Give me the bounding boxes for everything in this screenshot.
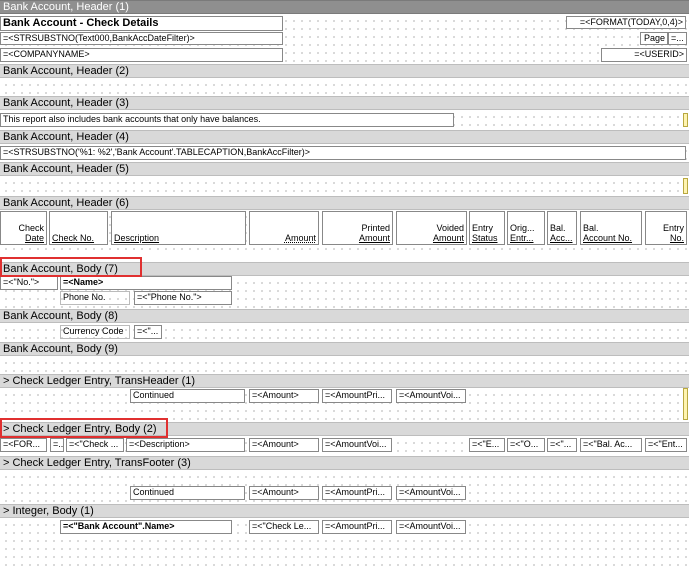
amount-field[interactable]: =<Amount>	[249, 438, 319, 452]
entry-no-field[interactable]: =<"Ent...	[645, 438, 687, 452]
userid-field[interactable]: =<USERID>	[601, 48, 687, 62]
amount-voided-field[interactable]: =<AmountVoi...	[322, 438, 392, 452]
phone-no-field[interactable]: =<"Phone No.">	[134, 291, 232, 305]
section-band-bank-account-header-1[interactable]: Bank Account, Header (1)	[0, 0, 689, 14]
section-band-integer-body-1[interactable]: > Integer, Body (1)	[0, 504, 689, 518]
check-type-field[interactable]: =...	[50, 438, 64, 452]
caption-check-no[interactable]: Check No.	[49, 211, 108, 245]
section-marker	[683, 178, 688, 194]
section-area-integer-body-1[interactable]: =<"Bank Account".Name> =<"Check Le... =<…	[0, 518, 689, 570]
caption-entry-status[interactable]: Entry Status	[469, 211, 505, 245]
caption-description[interactable]: Description	[111, 211, 246, 245]
section-area-header-3[interactable]: This report also includes bank accounts …	[0, 110, 689, 130]
posting-date-field[interactable]: =<FOR...	[0, 438, 47, 452]
check-ledger-field[interactable]: =<"Check Le...	[249, 520, 319, 534]
section-area-ledger-body-2[interactable]: =<FOR... =... =<"Check ... =<Description…	[0, 436, 689, 456]
section-area-transfooter-3[interactable]: Continued =<Amount> =<AmountPri... =<Amo…	[0, 470, 689, 504]
continued-label[interactable]: Continued	[130, 486, 245, 500]
caption-voided-amount[interactable]: Voided Amount	[396, 211, 467, 245]
name-field[interactable]: =<Name>	[60, 276, 232, 290]
check-no-field[interactable]: =<"Check ...	[66, 438, 124, 452]
bal-account-type-field[interactable]: =<"...	[547, 438, 577, 452]
entry-status-field[interactable]: =<"E...	[469, 438, 505, 452]
caption-original-entry[interactable]: Orig... Entr...	[507, 211, 545, 245]
currency-code-field[interactable]: =<"...	[134, 325, 162, 339]
continued-label[interactable]: Continued	[130, 389, 245, 403]
company-name-field[interactable]: =<COMPANYNAME>	[0, 48, 283, 62]
bank-account-filter-field[interactable]: =<STRSUBSTNO('%1: %2','Bank Account'.TAB…	[0, 146, 686, 160]
amount-printed-field[interactable]: =<AmountPri...	[322, 520, 392, 534]
caption-check-date[interactable]: Check Date	[0, 211, 47, 245]
amount-field[interactable]: =<Amount>	[249, 486, 319, 500]
section-area-header-1[interactable]: Bank Account - Check Details =<STRSUBSTN…	[0, 14, 689, 64]
original-entry-status-field[interactable]: =<"O...	[507, 438, 545, 452]
caption-amount[interactable]: Amount	[249, 211, 319, 245]
section-area-body-8[interactable]: Currency Code =<"...	[0, 323, 689, 342]
section-marker	[683, 388, 688, 420]
phone-no-label[interactable]: Phone No.	[60, 291, 130, 305]
section-area-header-5[interactable]	[0, 176, 689, 196]
section-band-bank-account-header-6[interactable]: Bank Account, Header (6)	[0, 196, 689, 210]
section-band-check-ledger-transheader-1[interactable]: > Check Ledger Entry, TransHeader (1)	[0, 374, 689, 388]
amount-printed-field[interactable]: =<AmountPri...	[322, 486, 392, 500]
amount-printed-field[interactable]: =<AmountPri...	[322, 389, 392, 403]
today-field[interactable]: =<FORMAT(TODAY,0,4)>	[566, 16, 686, 29]
amount-voided-field[interactable]: =<AmountVoi...	[396, 486, 466, 500]
description-field[interactable]: =<Description>	[126, 438, 245, 452]
section-band-bank-account-header-5[interactable]: Bank Account, Header (5)	[0, 162, 689, 176]
section-band-bank-account-body-7[interactable]: Bank Account, Body (7)	[0, 262, 689, 276]
section-area-header-2[interactable]	[0, 78, 689, 96]
currency-code-label[interactable]: Currency Code	[60, 325, 130, 339]
caption-bal-account-no[interactable]: Bal. Account No.	[580, 211, 642, 245]
caption-entry-no[interactable]: Entry No.	[645, 211, 687, 245]
section-area-transheader-1[interactable]: Continued =<Amount> =<AmountPri... =<Amo…	[0, 388, 689, 422]
section-area-header-6[interactable]: Check Date Check No. Description Amount P…	[0, 210, 689, 256]
section-band-check-ledger-transfooter-3[interactable]: > Check Ledger Entry, TransFooter (3)	[0, 456, 689, 470]
section-band-bank-account-header-2[interactable]: Bank Account, Header (2)	[0, 64, 689, 78]
caption-bal-account-type[interactable]: Bal. Acc...	[547, 211, 577, 245]
section-area-body-7[interactable]: =<"No."> =<Name> Phone No. =<"Phone No."…	[0, 276, 689, 309]
amount-voided-field[interactable]: =<AmountVoi...	[396, 389, 466, 403]
page-number-field[interactable]: =...	[668, 32, 687, 45]
section-band-check-ledger-body-2[interactable]: > Check Ledger Entry, Body (2)	[0, 422, 689, 436]
bal-account-no-field[interactable]: =<"Bal. Ac...	[580, 438, 642, 452]
section-band-bank-account-body-8[interactable]: Bank Account, Body (8)	[0, 309, 689, 323]
amount-field[interactable]: =<Amount>	[249, 389, 319, 403]
section-area-header-4[interactable]: =<STRSUBSTNO('%1: %2','Bank Account'.TAB…	[0, 144, 689, 162]
page-label[interactable]: Page	[640, 32, 668, 45]
no-field[interactable]: =<"No.">	[0, 276, 58, 290]
amount-voided-field[interactable]: =<AmountVoi...	[396, 520, 466, 534]
section-band-bank-account-header-3[interactable]: Bank Account, Header (3)	[0, 96, 689, 110]
caption-printed-amount[interactable]: Printed Amount	[322, 211, 393, 245]
section-band-bank-account-header-4[interactable]: Bank Account, Header (4)	[0, 130, 689, 144]
date-filter-field[interactable]: =<STRSUBSTNO(Text000,BankAccDateFilter)>	[0, 32, 283, 45]
section-band-bank-account-body-9[interactable]: Bank Account, Body (9)	[0, 342, 689, 356]
balances-note-field[interactable]: This report also includes bank accounts …	[0, 113, 454, 127]
report-title[interactable]: Bank Account - Check Details	[0, 16, 283, 31]
bank-account-name-field[interactable]: =<"Bank Account".Name>	[60, 520, 232, 534]
section-area-body-9[interactable]	[0, 356, 689, 374]
section-marker	[683, 113, 688, 127]
